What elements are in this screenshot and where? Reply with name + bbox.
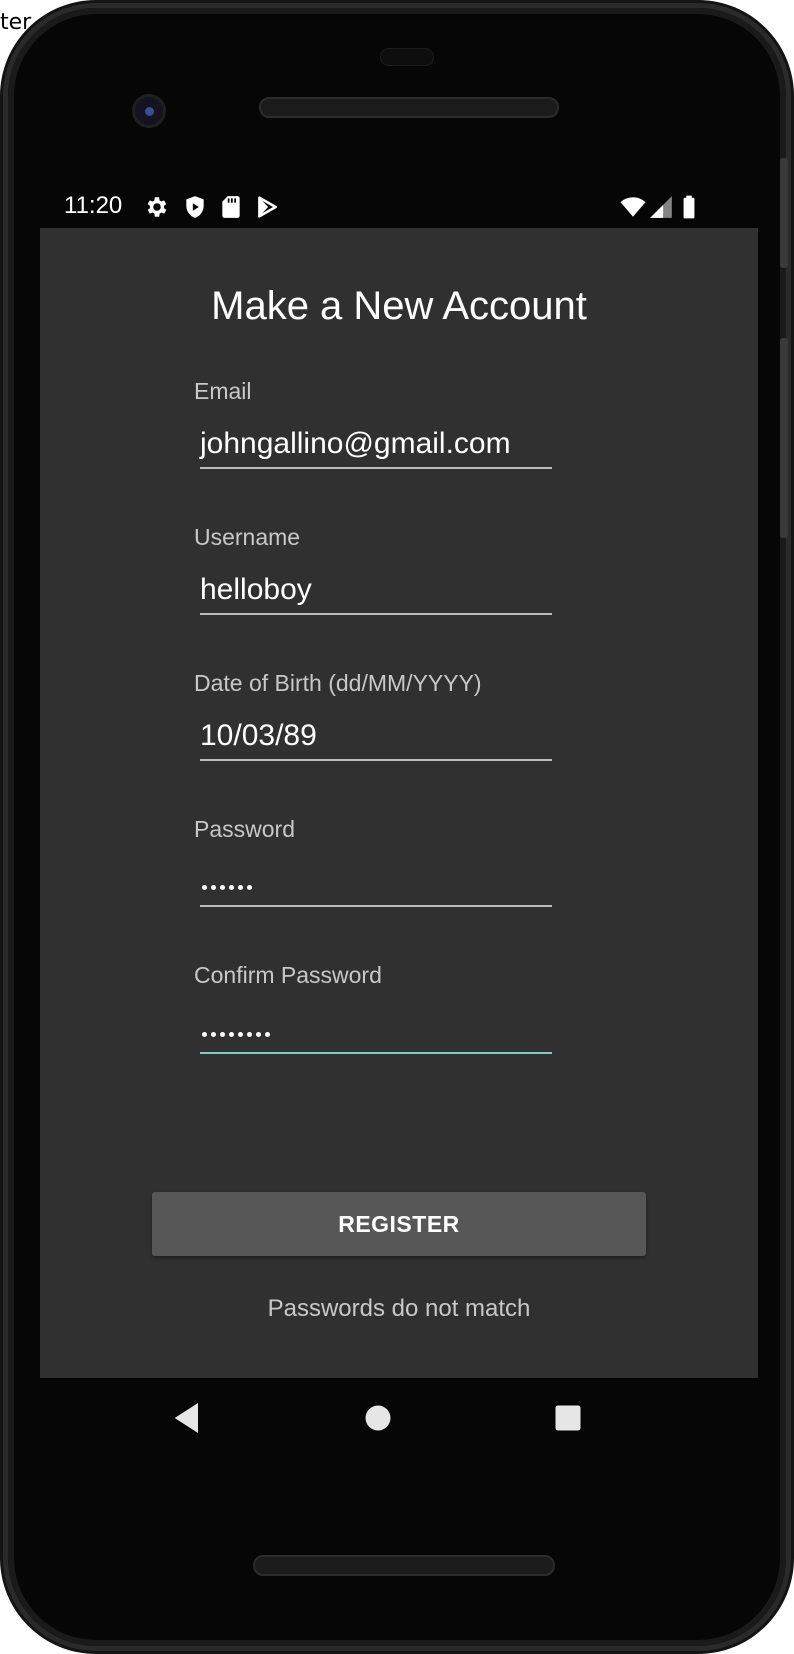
password-dot xyxy=(202,1032,207,1037)
username-value: helloboy xyxy=(200,573,312,606)
password-dot xyxy=(202,885,207,890)
confirm-password-field[interactable] xyxy=(200,1008,552,1054)
sd-card-icon xyxy=(222,196,240,218)
status-bar: 11:20 xyxy=(40,188,758,228)
proximity-sensor xyxy=(380,48,434,66)
password-dot xyxy=(211,1032,216,1037)
dob-value: 10/03/89 xyxy=(200,719,317,752)
password-field[interactable] xyxy=(200,861,552,907)
password-dot xyxy=(229,885,234,890)
bottom-speaker xyxy=(253,1555,555,1576)
password-label: Password xyxy=(194,816,295,842)
battery-icon xyxy=(683,195,695,219)
home-icon[interactable] xyxy=(358,1398,398,1438)
dob-field[interactable]: 10/03/89 xyxy=(200,715,552,761)
page-title: Make a New Account xyxy=(211,284,587,328)
front-camera-icon xyxy=(132,94,166,128)
email-label: Email xyxy=(194,378,252,404)
register-button[interactable]: REGISTER xyxy=(152,1192,646,1256)
navigation-bar xyxy=(40,1378,758,1458)
recents-icon[interactable] xyxy=(548,1398,588,1438)
password-dot xyxy=(256,1032,261,1037)
password-dot xyxy=(220,1032,225,1037)
power-button xyxy=(780,158,788,268)
password-dot xyxy=(211,885,216,890)
back-icon[interactable] xyxy=(168,1398,208,1438)
password-mask xyxy=(202,885,252,893)
shield-icon xyxy=(186,196,204,218)
password-dot xyxy=(229,1032,234,1037)
app-screen: Make a New Account Email johngallino@gma… xyxy=(40,228,758,1378)
play-store-icon xyxy=(258,196,277,218)
username-label: Username xyxy=(194,524,301,550)
password-dot xyxy=(238,1032,243,1037)
error-message: Passwords do not match xyxy=(267,1295,531,1322)
volume-button xyxy=(780,338,788,538)
password-dot xyxy=(247,885,252,890)
email-value: johngallino@gmail.com xyxy=(200,427,511,460)
password-dot xyxy=(265,1032,270,1037)
confirm-password-label: Confirm Password xyxy=(194,962,382,988)
signal-icon xyxy=(650,196,672,218)
wifi-icon xyxy=(620,197,646,217)
page: ter 11:20 Make a New Account Email johng… xyxy=(0,0,794,1654)
email-field[interactable]: johngallino@gmail.com xyxy=(200,423,552,469)
password-dot xyxy=(220,885,225,890)
username-field[interactable]: helloboy xyxy=(200,569,552,615)
password-dot xyxy=(247,1032,252,1037)
confirm-password-mask xyxy=(202,1032,270,1040)
gear-icon xyxy=(147,197,167,217)
password-dot xyxy=(238,885,243,890)
status-time: 11:20 xyxy=(64,192,123,219)
earpiece-speaker xyxy=(259,97,559,118)
dob-label: Date of Birth (dd/MM/YYYY) xyxy=(194,670,482,696)
